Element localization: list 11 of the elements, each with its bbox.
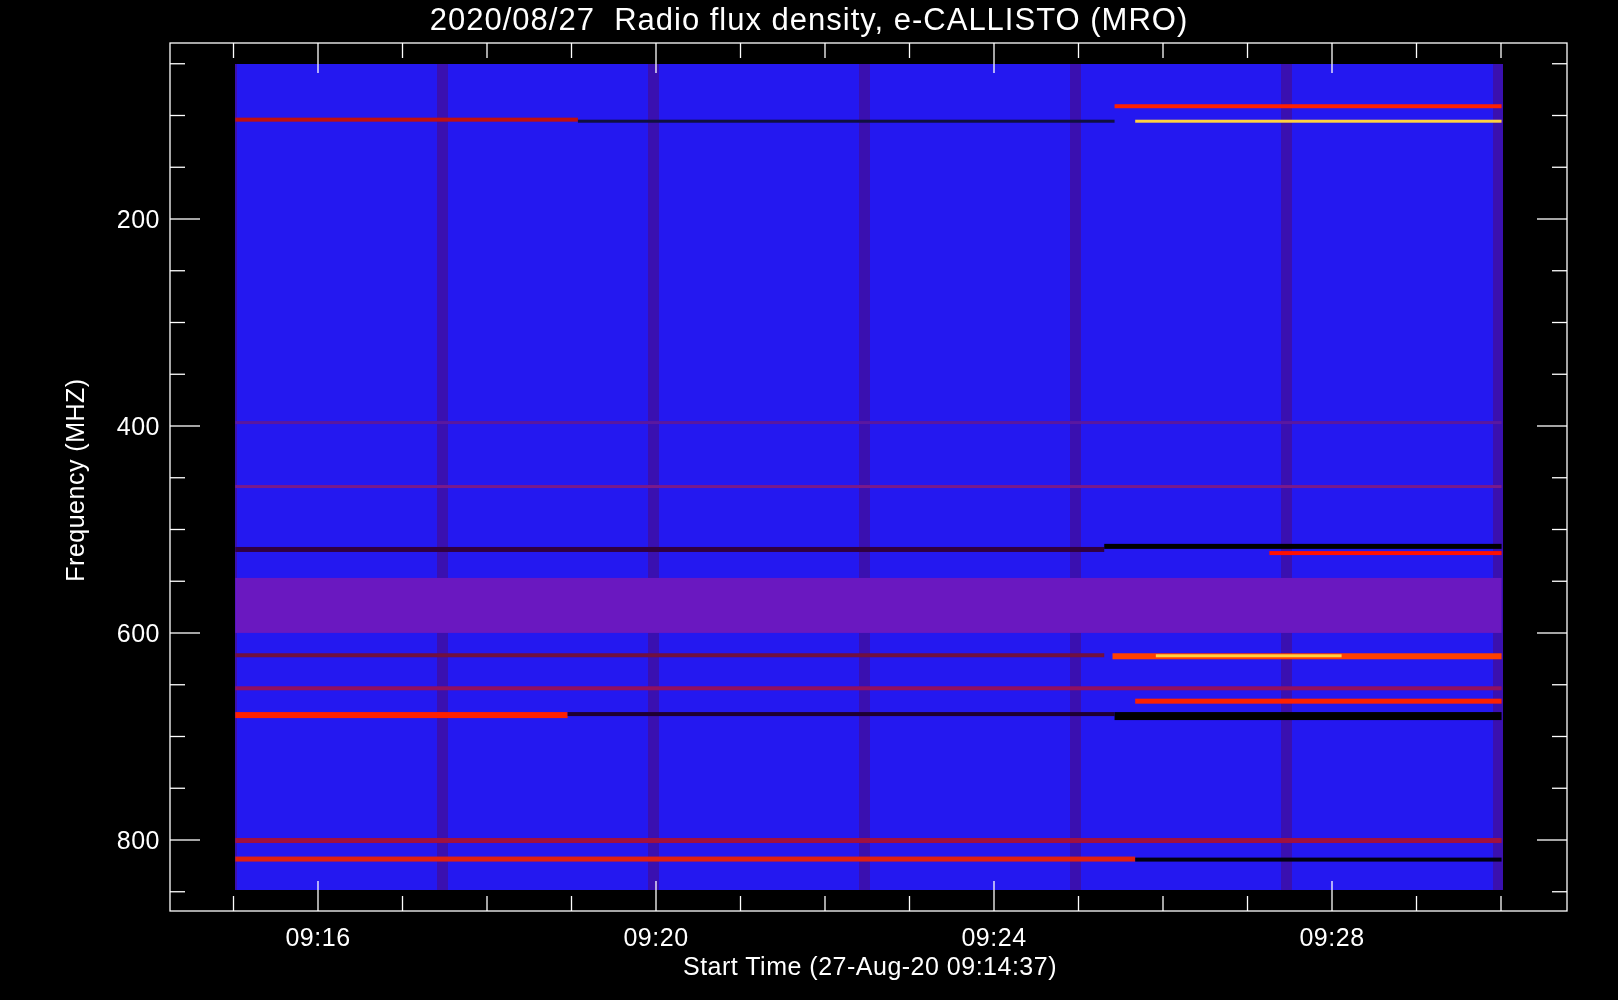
y-tick-label: 200: [116, 205, 160, 233]
x-axis-label: Start Time (27-Aug-20 09:14:37): [683, 952, 1057, 980]
y-tick-label: 400: [116, 412, 160, 440]
chart-title: 2020/08/27 Radio flux density, e-CALLISTO (MRO): [429, 2, 1189, 37]
x-tick-label: 09:16: [285, 923, 351, 951]
y-tick-label: 800: [116, 826, 160, 854]
y-tick-label: 600: [116, 619, 160, 647]
y-axis-label: Frequency (MHZ): [61, 378, 89, 582]
x-tick-label: 09:24: [961, 923, 1027, 951]
x-tick-label: 09:28: [1299, 923, 1365, 951]
x-tick-label: 09:20: [623, 923, 689, 951]
